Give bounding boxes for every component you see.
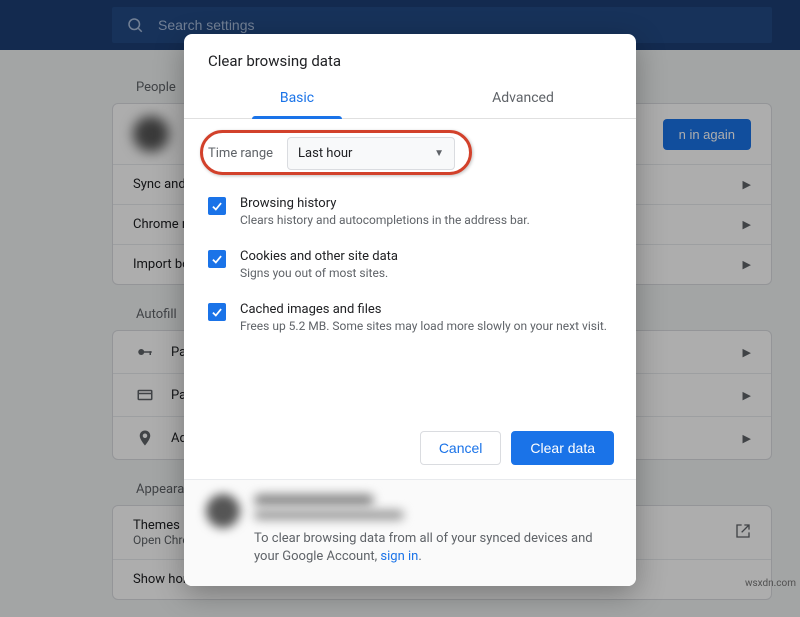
checkbox-browsing-history[interactable] [208,197,226,215]
option-desc: Frees up 5.2 MB. Some sites may load mor… [240,319,607,333]
time-range-select[interactable]: Last hour ▼ [287,137,455,170]
option-desc: Clears history and autocompletions in th… [240,213,530,227]
option-title: Cookies and other site data [240,249,398,264]
tab-advanced[interactable]: Advanced [410,80,636,118]
footer-avatar [206,494,240,528]
option-browsing-history[interactable]: Browsing history Clears history and auto… [184,186,636,239]
option-cookies[interactable]: Cookies and other site data Signs you ou… [184,239,636,292]
option-title: Browsing history [240,196,530,211]
time-range-row: Time range Last hour ▼ [184,119,636,186]
footer-text: To clear browsing data from all of your … [254,494,614,566]
dialog-tabs: Basic Advanced [184,80,636,119]
dialog-actions: Cancel Clear data [184,415,636,479]
option-desc: Signs you out of most sites. [240,266,398,280]
time-range-value: Last hour [298,146,352,161]
option-title: Cached images and files [240,302,607,317]
checkbox-cookies[interactable] [208,250,226,268]
redacted-name [254,494,374,506]
option-cached[interactable]: Cached images and files Frees up 5.2 MB.… [184,292,636,345]
dialog-title: Clear browsing data [184,34,636,80]
cancel-button[interactable]: Cancel [420,431,502,465]
clear-browsing-data-dialog: Clear browsing data Basic Advanced Time … [184,34,636,586]
caret-down-icon: ▼ [434,148,444,159]
footer-message: To clear browsing data from all of your … [254,531,593,564]
clear-data-button[interactable]: Clear data [511,431,614,465]
dialog-footer: To clear browsing data from all of your … [184,479,636,586]
redacted-email [254,510,404,520]
sign-in-link[interactable]: sign in [380,549,418,564]
time-range-label: Time range [208,146,273,161]
checkbox-cached[interactable] [208,303,226,321]
tab-basic[interactable]: Basic [184,80,410,118]
